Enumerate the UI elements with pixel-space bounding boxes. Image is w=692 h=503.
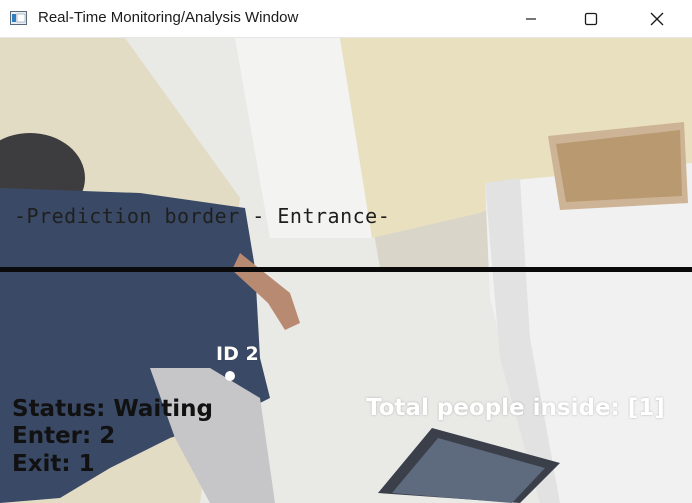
prediction-border-label: -Prediction border - Entrance- <box>14 204 391 228</box>
status-text: Status: Waiting <box>12 396 214 422</box>
prediction-border-line <box>0 267 692 272</box>
enter-count: Enter: 2 <box>12 423 116 449</box>
app-window-icon <box>10 11 27 25</box>
minimize-button[interactable] <box>508 0 554 37</box>
maximize-icon <box>584 12 598 25</box>
window-title: Real-Time Monitoring/Analysis Window <box>38 9 299 26</box>
close-button[interactable] <box>634 0 680 37</box>
monitoring-window: Real-Time Monitoring/Analysis Window -Pr… <box>0 0 692 503</box>
tracked-centroid-marker <box>225 371 235 381</box>
maximize-button[interactable] <box>568 0 614 37</box>
video-frame: -Prediction border - Entrance- ID 2 Stat… <box>0 38 692 503</box>
title-bar[interactable]: Real-Time Monitoring/Analysis Window <box>0 0 692 38</box>
close-icon <box>650 12 664 25</box>
exit-count: Exit: 1 <box>12 451 95 477</box>
tracked-id-label: ID 2 <box>216 343 259 365</box>
minimize-icon <box>526 17 536 20</box>
total-inside-count: Total people inside: [1] <box>366 395 665 421</box>
